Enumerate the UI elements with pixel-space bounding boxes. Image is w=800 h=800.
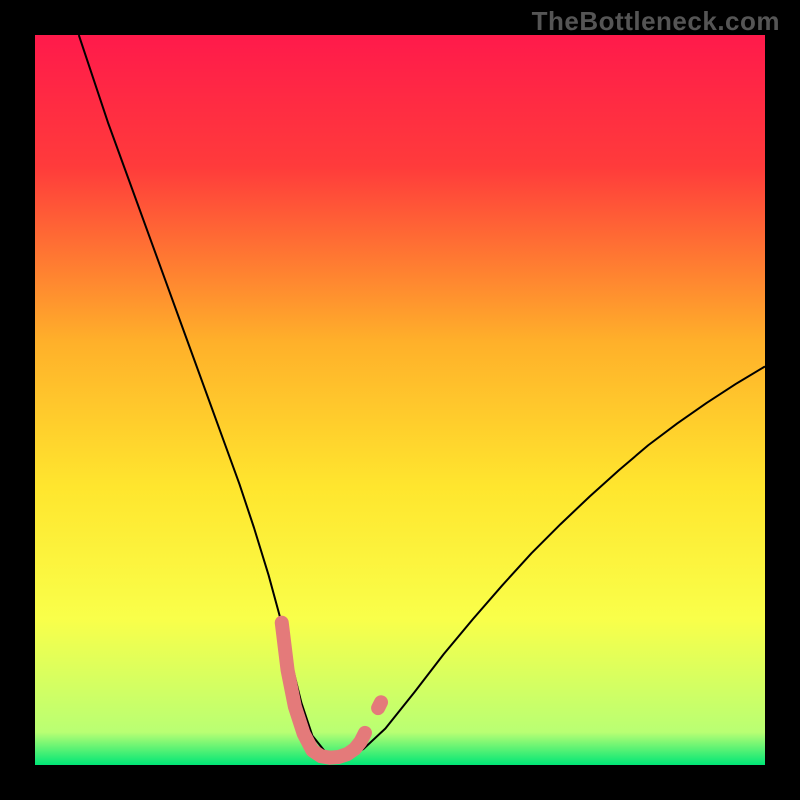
watermark-text: TheBottleneck.com [532,6,780,37]
series-highlight-dot [378,702,381,708]
curves-layer [35,35,765,765]
plot-area [35,35,765,765]
series-highlight-band [282,623,365,758]
chart-frame: TheBottleneck.com [0,0,800,800]
series-bottleneck-curve [79,35,765,756]
